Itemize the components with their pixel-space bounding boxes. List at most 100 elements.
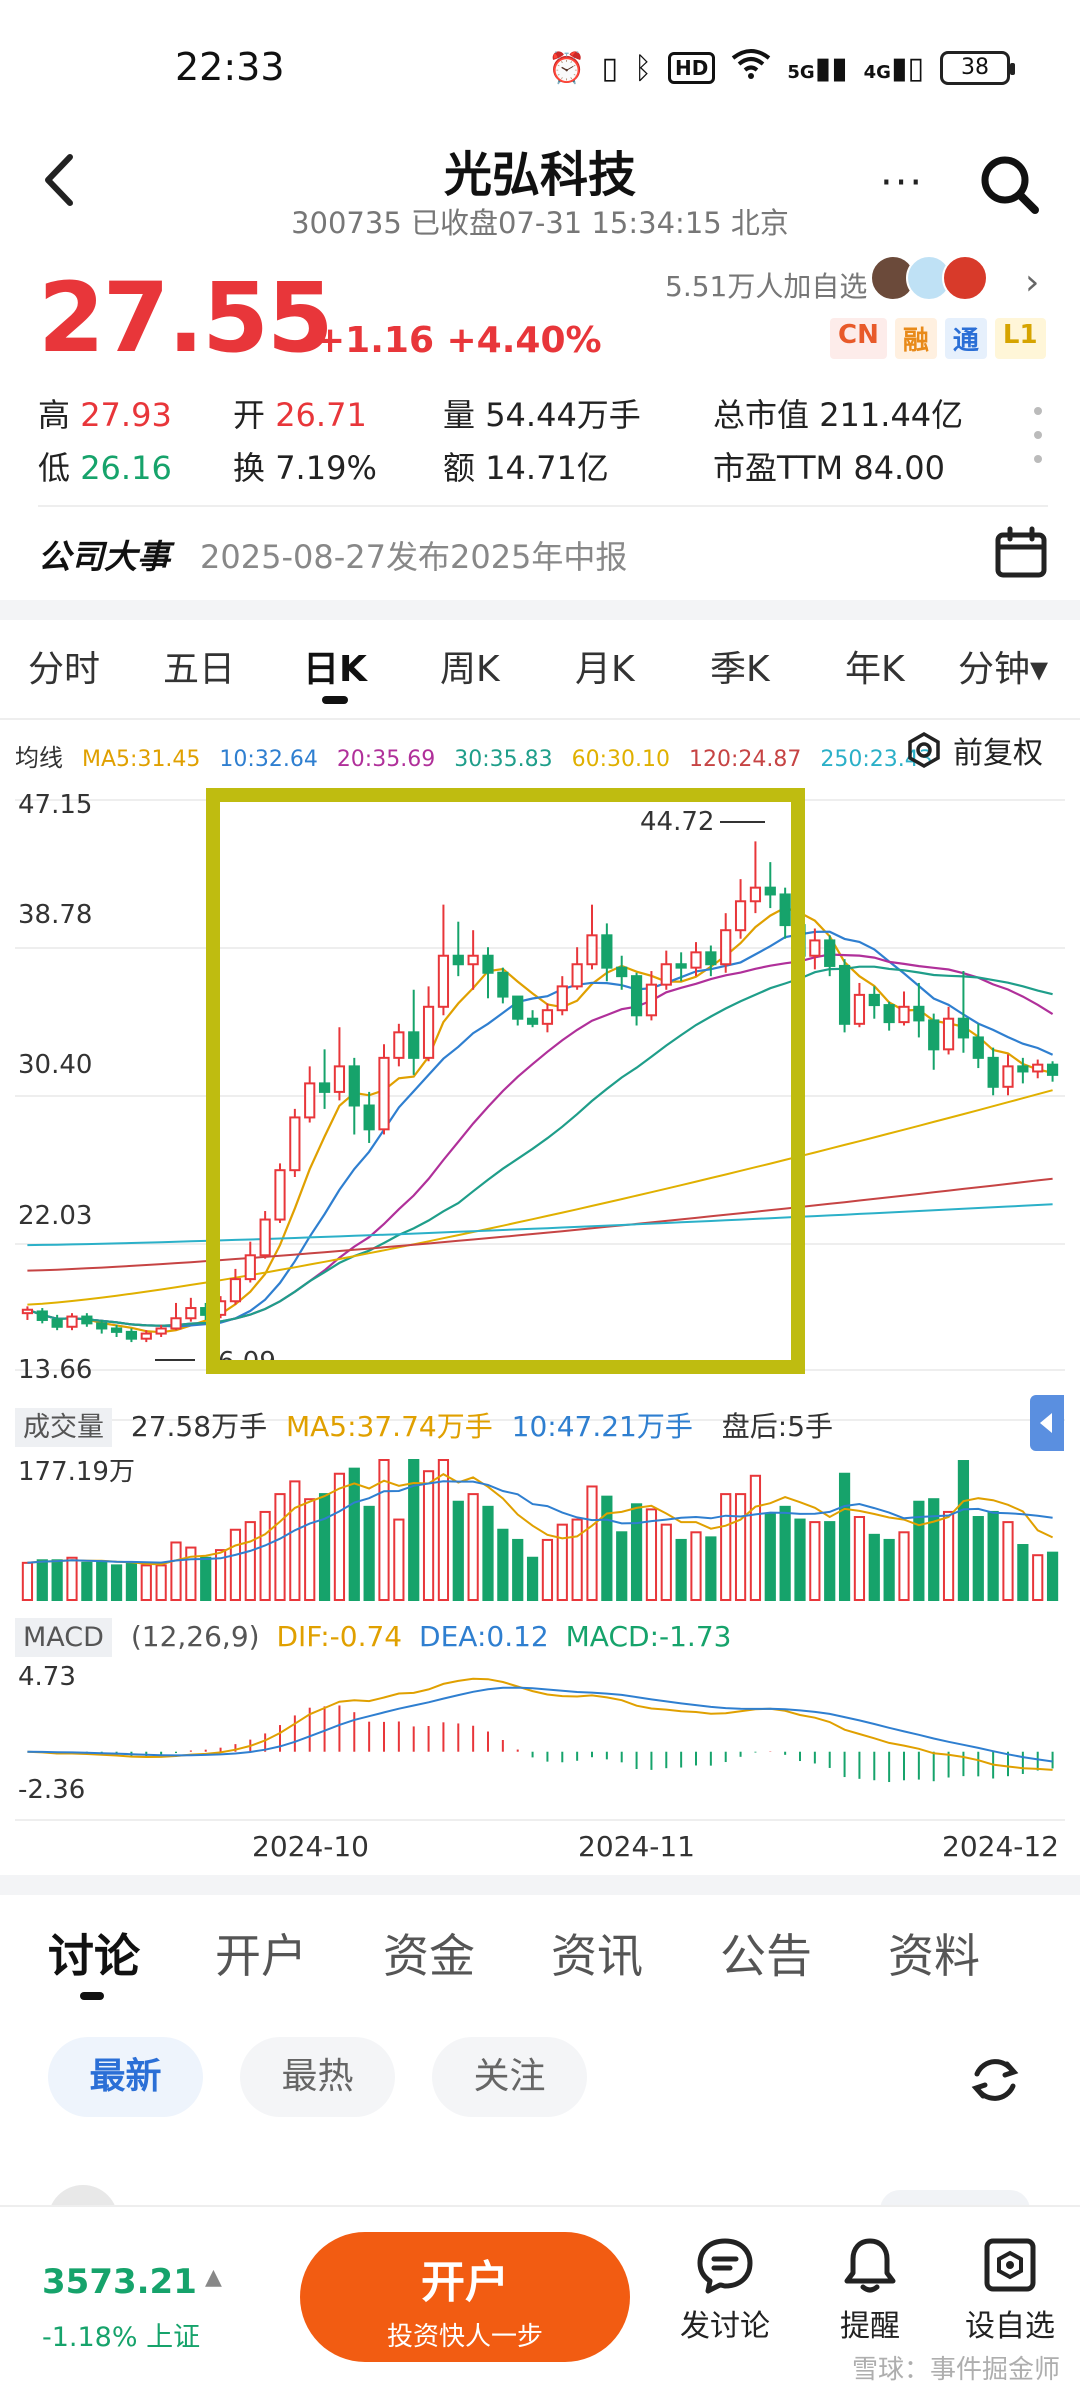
dea-line (27, 1686, 1053, 1763)
refresh-icon[interactable] (965, 2050, 1025, 2110)
tab-daily[interactable]: 日K (303, 640, 367, 692)
index-value[interactable]: 3573.21 (42, 2262, 197, 2302)
calendar-icon[interactable] (993, 525, 1049, 581)
volume-bar (408, 1459, 420, 1601)
adjust-toggle[interactable]: 前复权 (905, 728, 1043, 772)
search-icon (981, 156, 1039, 214)
add-watchlist-button[interactable]: 设自选 (950, 2235, 1070, 2345)
after-hours: 盘后:5手 (721, 1410, 834, 1443)
status-icons: ⏰ ▯ ᛒ HD 5G▮▮ 4G▮▯ 38 (548, 48, 1015, 88)
volume-bar (229, 1528, 242, 1602)
tab-5day[interactable]: 五日 (163, 640, 235, 692)
candle (318, 1082, 331, 1093)
tab-open-account[interactable]: 开户 (215, 1920, 307, 1986)
more-button[interactable]: ··· (880, 160, 924, 206)
volume-bar (779, 1505, 791, 1601)
volume-bar (110, 1564, 123, 1602)
volume-bar (452, 1500, 464, 1602)
tab-monthly[interactable]: 月K (575, 640, 635, 692)
volume-bar (1017, 1544, 1029, 1602)
candle (467, 954, 479, 966)
search-button[interactable] (975, 150, 1045, 220)
volume-bar (794, 1518, 806, 1602)
volume-bar (764, 1513, 776, 1601)
volume-tag[interactable]: 成交量 (15, 1408, 112, 1447)
candle (244, 1254, 256, 1281)
tab-quarterly[interactable]: 季K (710, 640, 770, 692)
tab-yearly[interactable]: 年K (845, 640, 905, 692)
current-price: 27.55 (38, 262, 334, 374)
candle (155, 1327, 167, 1335)
volume-bar (467, 1493, 479, 1601)
caret-left-icon (1040, 1413, 1052, 1433)
ma120-line (27, 1177, 1053, 1272)
candle (586, 934, 598, 966)
collapse-panel-button[interactable] (1030, 1395, 1064, 1451)
candle (96, 1322, 108, 1330)
alert-button[interactable]: 提醒 (810, 2235, 930, 2345)
kebab-icon[interactable] (1032, 405, 1044, 465)
filter-latest[interactable]: 最新 (48, 2037, 203, 2117)
watchlist-icon (984, 2238, 1036, 2292)
vol-max-label: 177.19万 (18, 1457, 135, 1487)
macd-tag[interactable]: MACD (15, 1618, 112, 1657)
tab-discussion[interactable]: 讨论 (48, 1920, 140, 1986)
candle (422, 1005, 435, 1059)
tab-intraday[interactable]: 分时 (28, 640, 100, 692)
followers-count[interactable]: 5.51万人加自选 (665, 265, 867, 305)
open-account-label: 开户 (421, 2257, 509, 2308)
open-account-button[interactable]: 开户 投资快人一步 (300, 2232, 630, 2362)
divider (0, 718, 1080, 720)
tab-announcements[interactable]: 公告 (720, 1920, 812, 1986)
volume-bar (853, 1516, 866, 1602)
section-gap (0, 1875, 1080, 1895)
candle (645, 983, 658, 1017)
follower-avatars[interactable] (870, 255, 988, 301)
divider (38, 505, 1048, 507)
candle (512, 995, 524, 1020)
chevron-right-icon[interactable]: › (1025, 262, 1039, 303)
volume-bar (838, 1472, 851, 1602)
volume-bar (140, 1564, 152, 1602)
volume-bar (645, 1508, 658, 1602)
candle (824, 939, 836, 967)
status-bar: 22:33 ⏰ ▯ ᛒ HD 5G▮▮ 4G▮▯ 38 (0, 0, 1080, 130)
candle (289, 1116, 301, 1172)
candles (21, 841, 1059, 1343)
volume-bar (155, 1564, 167, 1602)
tab-profile[interactable]: 资料 (888, 1920, 980, 1986)
volume-legend: 成交量 27.58万手 MA5:37.74万手 10:47.21万手 盘后:5手 (15, 1405, 834, 1447)
event-title: 公司大事 (38, 537, 170, 576)
ma-lines (27, 906, 1054, 1334)
candle (913, 1005, 925, 1022)
filter-following[interactable]: 关注 (432, 2037, 587, 2117)
kline-chart[interactable]: 47.15 38.78 30.40 22.03 13.66 44.72 6.09… (0, 780, 1080, 1840)
tab-funds[interactable]: 资金 (383, 1920, 475, 1986)
ma10-line (27, 930, 1054, 1328)
volume-bar (348, 1467, 360, 1601)
volume-bar (957, 1460, 970, 1601)
volume-bar (304, 1498, 316, 1602)
index-change[interactable]: -1.18% 上证 (42, 2315, 200, 2354)
candle (259, 1218, 271, 1257)
stat-pe: 市盈TTM 84.00 (713, 449, 945, 487)
candle (363, 1104, 375, 1131)
tab-minute[interactable]: 分钟▾ (958, 640, 1048, 692)
candle (838, 964, 851, 1025)
volume-bar (928, 1498, 940, 1602)
volume-bar (259, 1510, 271, 1601)
volume-value: 27.58万手 (130, 1410, 268, 1443)
tab-news[interactable]: 资讯 (551, 1920, 643, 1986)
price-change: +1.16 +4.40% (315, 320, 602, 361)
highlight-box (206, 788, 805, 1374)
filter-hot[interactable]: 最热 (240, 2037, 395, 2117)
post-discussion-button[interactable]: 发讨论 (665, 2235, 785, 2345)
ma20-value: 20:35.69 (336, 747, 436, 772)
company-event-row[interactable]: 公司大事 2025-08-27发布2025年中报 (38, 525, 1048, 585)
volume-bar (482, 1505, 494, 1601)
candle (942, 1017, 955, 1051)
open-account-sub: 投资快人一步 (386, 2322, 543, 2352)
tab-weekly[interactable]: 周K (440, 640, 500, 692)
candle (348, 1065, 360, 1107)
candle (616, 966, 628, 978)
